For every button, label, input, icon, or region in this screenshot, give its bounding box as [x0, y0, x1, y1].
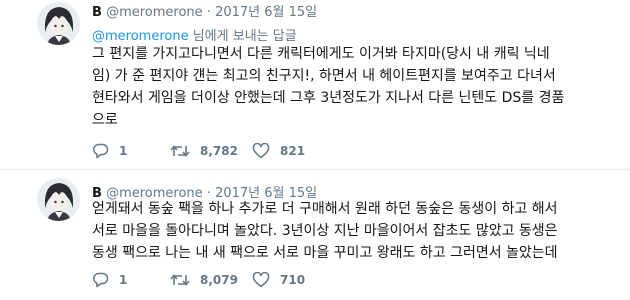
tweet-text-line: 동생 팩으로 나는 내 새 팩으로 서로 마을 꾸미고 왕래도 하고 그러면서 … [92, 245, 558, 261]
reply-count: 1 [119, 273, 128, 287]
like-count: 710 [280, 273, 306, 287]
avatar-image [37, 2, 80, 45]
tweet-text-line: 으로 [92, 112, 118, 128]
retweet-button[interactable]: 8,782 [170, 143, 252, 159]
like-button[interactable]: 821 [252, 143, 332, 159]
reply-mention-link[interactable]: @meromerone [92, 29, 189, 44]
heart-icon [252, 272, 270, 288]
tweet-2[interactable]: B @meromerone · 2017년 6월 15일 얻게돼서 동숲 팩을 … [0, 170, 630, 300]
tweet-text-line: 서로 마을을 돌아다니며 놀았다. 3년이상 지난 마을이어서 잡초도 많았고 … [92, 223, 558, 239]
tweet-header: B @meromerone · 2017년 6월 15일 [92, 1, 317, 20]
avatar-image [37, 178, 80, 221]
tweet-text-line: 현타와서 게임을 더이상 안했는데 그후 3년정도가 지나서 다른 닌텐도 DS… [92, 90, 565, 106]
tweet-text: 얻게돼서 동숲 팩을 하나 추가로 더 구매해서 원래 하던 동숲은 동생이 하… [92, 198, 620, 264]
tweet-date[interactable]: 2017년 6월 15일 [215, 5, 317, 20]
reply-context: @meromerone 님에게 보내는 답글 [92, 25, 297, 44]
reply-suffix: 님에게 보내는 답글 [188, 29, 297, 44]
like-button[interactable]: 710 [252, 272, 332, 288]
reply-icon [93, 272, 109, 288]
avatar[interactable] [37, 178, 80, 221]
reply-button[interactable]: 1 [92, 143, 170, 159]
tweet-actions: 1 8,782 821 [92, 140, 332, 162]
retweet-button[interactable]: 8,079 [170, 272, 252, 288]
retweet-icon [170, 274, 190, 286]
retweet-icon [170, 145, 190, 157]
like-count: 821 [280, 144, 306, 158]
display-name[interactable]: B [92, 5, 102, 20]
user-handle[interactable]: @meromerone [106, 5, 203, 20]
separator: · [206, 5, 211, 20]
avatar[interactable] [37, 2, 80, 45]
retweet-count: 8,079 [200, 273, 238, 287]
tweet-text: 그 편지를 가지고다니면서 다른 캐릭터에게도 이거봐 타지마(당시 내 캐릭 … [92, 43, 620, 131]
tweet-1[interactable]: B @meromerone · 2017년 6월 15일 @meromerone… [0, 0, 630, 170]
reply-icon [93, 143, 109, 159]
reply-button[interactable]: 1 [92, 272, 170, 288]
reply-count: 1 [119, 144, 128, 158]
tweet-text-line: 그 편지를 가지고다니면서 다른 캐릭터에게도 이거봐 타지마(당시 내 캐릭 … [92, 46, 550, 62]
retweet-count: 8,782 [200, 144, 238, 158]
heart-icon [252, 143, 270, 159]
tweet-text-line: 얻게돼서 동숲 팩을 하나 추가로 더 구매해서 원래 하던 동숲은 동생이 하… [92, 201, 558, 217]
tweet-actions: 1 8,079 710 [92, 269, 332, 291]
tweet-text-line: 임) 가 준 편지야 걘는 최고의 친구지!, 하면서 내 헤이트편지를 보여주… [92, 68, 556, 84]
